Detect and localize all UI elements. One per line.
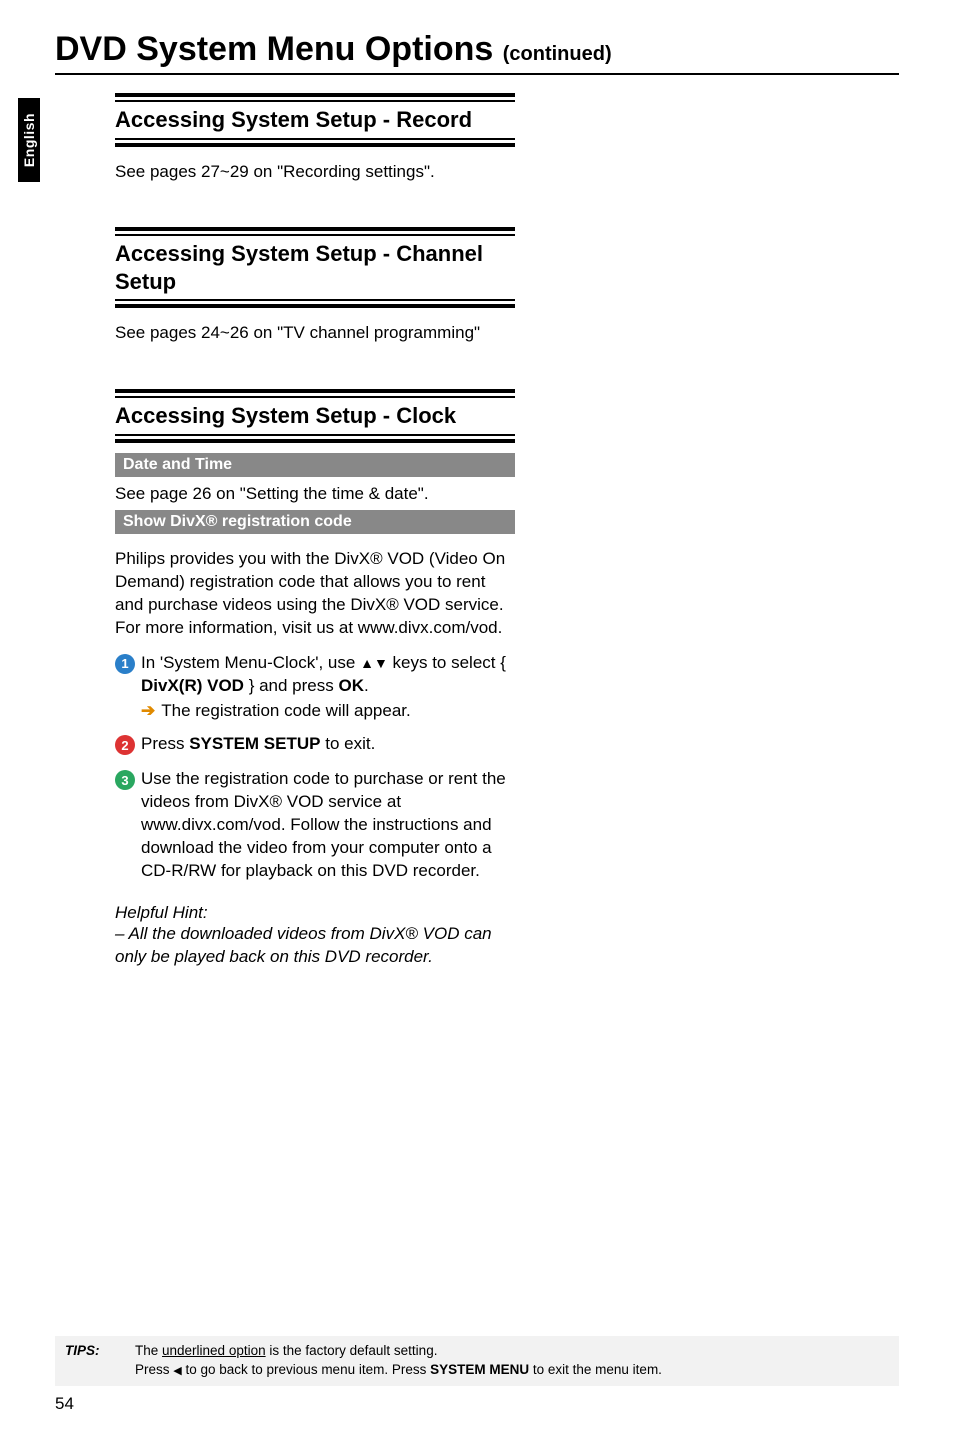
triangle-left-icon xyxy=(173,1362,181,1377)
arrow-right-icon: ➔ xyxy=(141,701,155,721)
step-number-3-icon: 3 xyxy=(115,770,135,790)
page-title-continued: (continued) xyxy=(503,43,612,65)
step-3: 3 Use the registration code to purchase … xyxy=(115,768,515,883)
triangle-up-icon xyxy=(360,653,374,672)
step-2: 2 Press SYSTEM SETUP to exit. xyxy=(115,733,515,756)
page-title-area: DVD System Menu Options (continued) xyxy=(55,30,899,75)
text-fragment: } and press xyxy=(244,676,339,695)
text-fragment: . xyxy=(364,676,369,695)
text-fragment: to exit. xyxy=(321,734,376,753)
date-time-body: See page 26 on "Setting the time & date"… xyxy=(115,483,515,506)
underlined-option: underlined option xyxy=(162,1343,266,1358)
step-3-text: Use the registration code to purchase or… xyxy=(141,768,515,883)
text-fragment: to exit the menu item. xyxy=(529,1362,662,1377)
section-heading-clock: Accessing System Setup - Clock xyxy=(115,398,515,434)
step-number-2-icon: 2 xyxy=(115,735,135,755)
rule xyxy=(115,143,515,147)
tips-bar: TIPS: The underlined option is the facto… xyxy=(55,1336,899,1386)
rule xyxy=(115,439,515,443)
page-number: 54 xyxy=(55,1394,74,1414)
text-fragment: keys to select { xyxy=(388,653,506,672)
helpful-hint-heading: Helpful Hint: xyxy=(115,903,515,923)
divx-paragraph: Philips provides you with the DivX® VOD … xyxy=(115,548,515,640)
rule xyxy=(115,299,515,301)
triangle-down-icon xyxy=(374,653,388,672)
text-fragment: In 'System Menu-Clock', use xyxy=(141,653,360,672)
tips-text: The underlined option is the factory def… xyxy=(135,1342,889,1380)
band-date-time: Date and Time xyxy=(115,453,515,477)
helpful-hint-body: – All the downloaded videos from DivX® V… xyxy=(115,923,515,969)
page-title-main: DVD System Menu Options xyxy=(55,30,503,68)
step-1-result-text: The registration code will appear. xyxy=(161,701,410,721)
rule xyxy=(115,93,515,97)
section-body-channel: See pages 24~26 on "TV channel programmi… xyxy=(115,322,515,345)
system-menu-label: SYSTEM MENU xyxy=(430,1362,529,1377)
ok-label: OK xyxy=(338,676,364,695)
text-fragment: to go back to previous menu item. Press xyxy=(182,1362,430,1377)
step-1: 1 In 'System Menu-Clock', use keys to se… xyxy=(115,652,515,698)
step-1-result: ➔ The registration code will appear. xyxy=(141,701,515,721)
step-number-1-icon: 1 xyxy=(115,654,135,674)
section-body-record: See pages 27~29 on "Recording settings". xyxy=(115,161,515,184)
step-2-text: Press SYSTEM SETUP to exit. xyxy=(141,733,515,756)
content-column: Accessing System Setup - Record See page… xyxy=(115,93,515,969)
rule xyxy=(115,434,515,436)
band-divx: Show DivX® registration code xyxy=(115,510,515,534)
system-setup-label: SYSTEM SETUP xyxy=(189,734,320,753)
text-fragment: Press xyxy=(141,734,189,753)
language-tab-label: English xyxy=(21,113,37,167)
rule xyxy=(115,389,515,393)
language-tab: English xyxy=(18,98,40,182)
section-heading-channel: Accessing System Setup - Channel Setup xyxy=(115,236,515,299)
rule xyxy=(115,304,515,308)
section-heading-record: Accessing System Setup - Record xyxy=(115,102,515,138)
tips-label: TIPS: xyxy=(65,1342,135,1380)
text-fragment: The xyxy=(135,1343,162,1358)
step-1-text: In 'System Menu-Clock', use keys to sele… xyxy=(141,652,515,698)
text-fragment: is the factory default setting. xyxy=(266,1343,438,1358)
rule xyxy=(115,138,515,140)
text-fragment: Press xyxy=(135,1362,173,1377)
divx-vod-label: DivX(R) VOD xyxy=(141,676,244,695)
rule xyxy=(115,227,515,231)
